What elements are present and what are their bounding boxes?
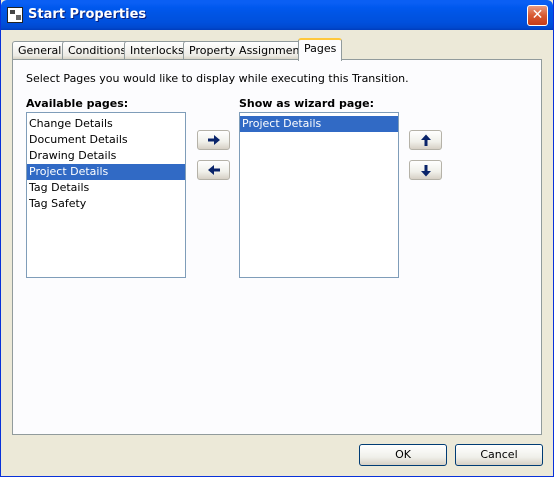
instruction-text: Select Pages you would like to display w… — [26, 72, 409, 85]
wizard-page-item[interactable]: Project Details — [240, 116, 398, 132]
available-page-item[interactable]: Drawing Details — [27, 148, 185, 164]
start-properties-dialog: Start Properties ✕ General Conditions In… — [0, 0, 554, 477]
ok-button[interactable]: OK — [359, 444, 447, 466]
available-pages-label: Available pages: — [26, 97, 129, 110]
cancel-button[interactable]: Cancel — [455, 444, 543, 466]
dialog-button-bar: OK Cancel — [1, 436, 553, 476]
wizard-pages-label: Show as wizard page: — [239, 97, 375, 110]
move-down-button[interactable] — [409, 160, 442, 180]
wizard-pages-list[interactable]: Project Details — [239, 112, 399, 278]
tab-pages[interactable]: Pages — [298, 38, 343, 61]
available-pages-list[interactable]: Change Details Document Details Drawing … — [26, 112, 186, 278]
tab-interlocks[interactable]: Interlocks — [124, 41, 190, 59]
title-bar[interactable]: Start Properties ✕ — [1, 0, 553, 30]
arrow-up-icon — [420, 134, 431, 146]
remove-page-button[interactable] — [197, 160, 230, 180]
available-page-item[interactable]: Document Details — [27, 132, 185, 148]
arrow-right-icon — [207, 135, 220, 145]
arrow-down-icon — [420, 165, 431, 177]
close-button[interactable]: ✕ — [527, 5, 548, 26]
available-page-item[interactable]: Change Details — [27, 116, 185, 132]
arrow-left-icon — [207, 165, 220, 175]
tab-conditions[interactable]: Conditions — [62, 41, 133, 59]
window-title: Start Properties — [28, 7, 147, 22]
available-page-item[interactable]: Tag Details — [27, 180, 185, 196]
properties-window-icon — [7, 7, 23, 23]
move-up-button[interactable] — [409, 130, 442, 150]
close-icon: ✕ — [531, 7, 544, 23]
add-page-button[interactable] — [197, 130, 230, 150]
tab-general[interactable]: General — [12, 41, 68, 59]
available-page-item[interactable]: Tag Safety — [27, 196, 185, 212]
available-page-item[interactable]: Project Details — [27, 164, 185, 180]
pages-tab-panel: Select Pages you would like to display w… — [12, 59, 542, 435]
tab-property-assignments[interactable]: Property Assignments — [183, 41, 316, 59]
